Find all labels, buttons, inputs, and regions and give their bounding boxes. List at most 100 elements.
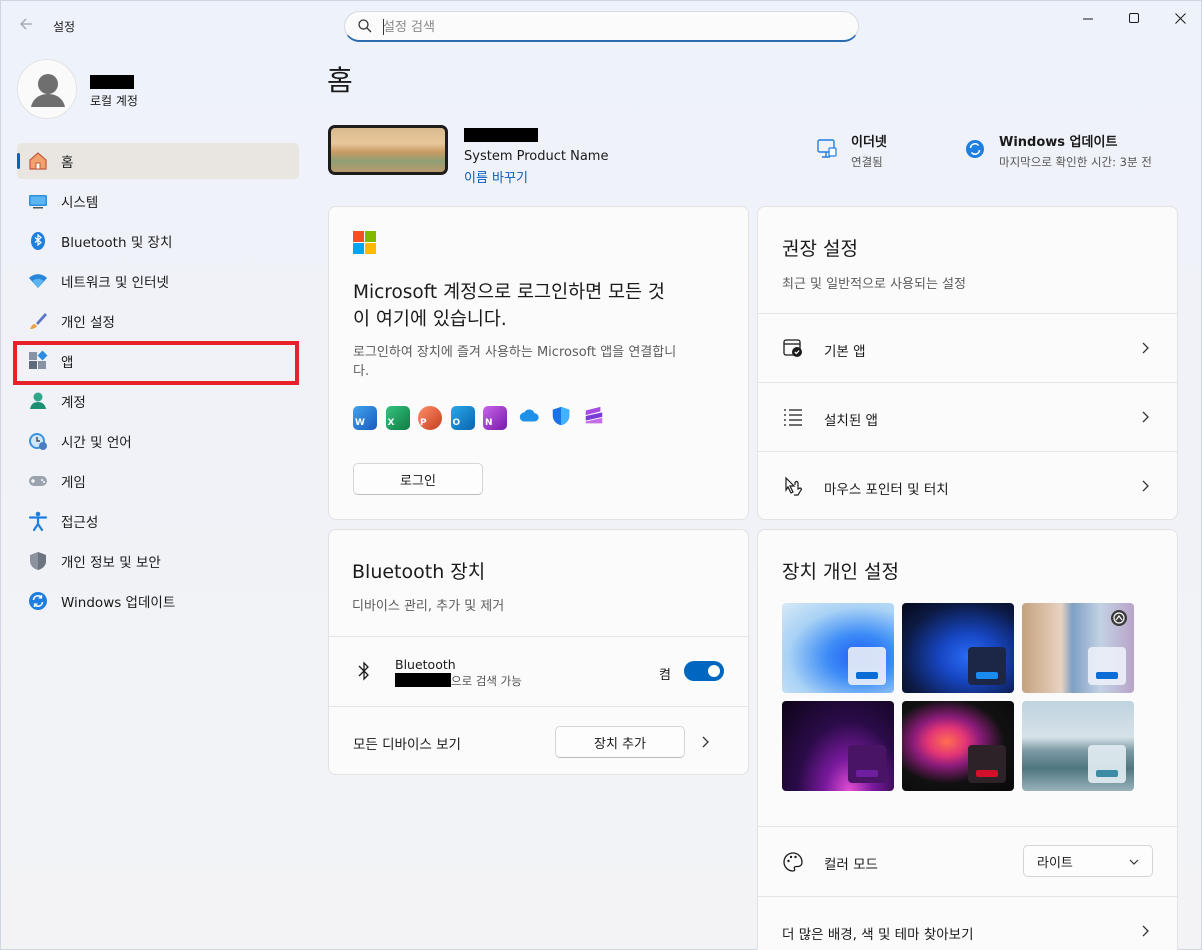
theme-swatch bbox=[1088, 647, 1126, 685]
sidebar-item-label: Bluetooth 및 장치 bbox=[61, 235, 173, 251]
theme-thumbnail-4[interactable] bbox=[782, 701, 894, 791]
close-icon bbox=[1174, 12, 1186, 24]
theme-thumbnail-6[interactable] bbox=[1022, 701, 1134, 791]
pointer-touch-icon bbox=[785, 476, 803, 496]
sidebar-item-label: 홈 bbox=[61, 155, 74, 171]
color-mode-value: 라이트 bbox=[1037, 855, 1073, 871]
device-wallpaper-thumbnail bbox=[328, 125, 448, 175]
ethernet-status[interactable]: 이더넷 연결됨 bbox=[813, 131, 887, 170]
sidebar-item-accounts[interactable]: 계정 bbox=[17, 383, 299, 419]
sidebar-item-personalization[interactable]: 개인 설정 bbox=[17, 303, 299, 339]
brush-icon bbox=[27, 310, 49, 332]
defender-icon bbox=[548, 406, 572, 430]
theme-thumbnail-5[interactable] bbox=[902, 701, 1014, 791]
theme-thumbnail-3[interactable] bbox=[1022, 603, 1134, 693]
ms-card-title: Microsoft 계정으로 로그인하면 모든 것 이 여기에 있습니다. bbox=[353, 279, 665, 333]
sidebar-item-label: Windows 업데이트 bbox=[61, 595, 176, 611]
spotlight-icon bbox=[1111, 610, 1127, 626]
search-icon bbox=[358, 19, 372, 33]
sidebar-item-home[interactable]: 홈 bbox=[17, 143, 299, 179]
system-icon bbox=[27, 190, 49, 212]
onedrive-icon bbox=[516, 406, 540, 430]
update-icon bbox=[27, 590, 49, 612]
sidebar-item-bluetooth[interactable]: Bluetooth 및 장치 bbox=[17, 223, 299, 259]
palette-icon bbox=[783, 852, 803, 872]
sidebar-item-time-language[interactable]: 시간 및 언어 bbox=[17, 423, 299, 459]
sidebar-item-label: 개인 정보 및 보안 bbox=[61, 555, 161, 571]
rename-link[interactable]: 이름 바꾸기 bbox=[464, 167, 528, 186]
more-themes-link[interactable]: 더 많은 배경, 색 및 테마 찾아보기 bbox=[782, 923, 974, 943]
sidebar-item-accessibility[interactable]: 접근성 bbox=[17, 503, 299, 539]
sidebar-item-gaming[interactable]: 게임 bbox=[17, 463, 299, 499]
theme-swatch bbox=[968, 647, 1006, 685]
bluetooth-card: Bluetooth 장치 디바이스 관리, 추가 및 제거 Bluetooth … bbox=[328, 529, 749, 775]
bt-row-label: Bluetooth bbox=[395, 657, 456, 672]
bluetooth-symbol-icon bbox=[358, 661, 369, 681]
theme-thumbnail-1[interactable] bbox=[782, 603, 894, 693]
clipchamp-icon bbox=[581, 406, 605, 430]
ethernet-sub: 연결됨 bbox=[851, 155, 883, 169]
rec-card-title: 권장 설정 bbox=[782, 238, 858, 260]
bt-row-status: 으로 검색 가능 bbox=[451, 674, 522, 688]
update-sub: 마지막으로 확인한 시간: 3분 전 bbox=[999, 155, 1152, 169]
rec-row-mouse-pointer[interactable]: 마우스 포인터 및 터치 bbox=[758, 452, 1177, 520]
sidebar-item-label: 시간 및 언어 bbox=[61, 435, 132, 451]
windows-update-status[interactable]: Windows 업데이트 마지막으로 확인한 시간: 3분 전 bbox=[961, 131, 1152, 170]
account-icon bbox=[27, 390, 49, 412]
color-mode-label: 컬러 모드 bbox=[824, 857, 878, 873]
rec-card-sub: 최근 및 일반적으로 사용되는 설정 bbox=[782, 277, 966, 292]
ms-card-title-line1: Microsoft 계정으로 로그인하면 모든 것 bbox=[353, 282, 665, 303]
powerpoint-icon: P bbox=[418, 406, 442, 430]
user-icon bbox=[31, 74, 65, 107]
sidebar-item-network[interactable]: 네트워크 및 인터넷 bbox=[17, 263, 299, 299]
divider bbox=[329, 636, 748, 637]
personalize-title: 장치 개인 설정 bbox=[782, 561, 899, 583]
search-input[interactable] bbox=[383, 17, 843, 37]
bluetooth-toggle[interactable] bbox=[684, 661, 724, 681]
theme-swatch bbox=[848, 647, 886, 685]
maximize-button[interactable] bbox=[1111, 1, 1157, 35]
sidebar-item-privacy[interactable]: 개인 정보 및 보안 bbox=[17, 543, 299, 579]
gamepad-icon bbox=[27, 470, 49, 492]
clock-globe-icon bbox=[27, 430, 49, 452]
add-device-button[interactable]: 장치 추가 bbox=[555, 726, 685, 758]
rec-row-installed-apps[interactable]: 설치된 앱 bbox=[758, 383, 1177, 451]
color-mode-select[interactable]: 라이트 bbox=[1023, 845, 1153, 877]
signin-button[interactable]: 로그인 bbox=[353, 463, 483, 495]
sidebar-item-label: 개인 설정 bbox=[61, 315, 115, 331]
home-icon bbox=[27, 150, 49, 172]
chevron-right-icon[interactable] bbox=[1138, 924, 1152, 938]
sidebar-item-system[interactable]: 시스템 bbox=[17, 183, 299, 219]
page-title: 홈 bbox=[327, 64, 353, 97]
sidebar-item-windows-update[interactable]: Windows 업데이트 bbox=[17, 583, 299, 619]
close-button[interactable] bbox=[1157, 1, 1202, 35]
all-devices-label[interactable]: 모든 디바이스 보기 bbox=[353, 733, 461, 753]
ms-card-desc-line2: 다. bbox=[353, 364, 370, 379]
rec-row-label: 설치된 앱 bbox=[824, 413, 878, 429]
ethernet-icon bbox=[813, 135, 841, 163]
update-title: Windows 업데이트 bbox=[999, 135, 1118, 150]
ms-card-title-line2: 이 여기에 있습니다. bbox=[353, 309, 507, 330]
settings-window: 설정 로컬 계정 홈 bbox=[0, 0, 1202, 950]
minimize-button[interactable] bbox=[1065, 1, 1111, 35]
divider bbox=[329, 706, 748, 707]
redacted-username bbox=[90, 75, 134, 89]
ethernet-title: 이더넷 bbox=[851, 135, 887, 150]
rec-row-default-apps[interactable]: 기본 앱 bbox=[758, 314, 1177, 382]
onenote-icon: N bbox=[483, 406, 507, 430]
list-icon bbox=[784, 409, 802, 426]
divider bbox=[758, 826, 1177, 827]
app-title: 설정 bbox=[53, 20, 76, 34]
rec-row-label: 기본 앱 bbox=[824, 344, 866, 360]
excel-icon: X bbox=[385, 406, 410, 430]
theme-thumbnail-2[interactable] bbox=[902, 603, 1014, 693]
chevron-right-icon[interactable] bbox=[698, 735, 712, 749]
device-model: System Product Name bbox=[464, 149, 609, 164]
avatar[interactable] bbox=[17, 59, 77, 119]
sidebar-item-label: 접근성 bbox=[61, 515, 99, 531]
microsoft-app-icons: W X P O N bbox=[353, 406, 605, 430]
search-box[interactable] bbox=[344, 11, 859, 42]
sidebar-item-label: 시스템 bbox=[61, 195, 99, 211]
bt-card-title: Bluetooth 장치 bbox=[352, 561, 486, 583]
back-button[interactable] bbox=[15, 15, 37, 37]
